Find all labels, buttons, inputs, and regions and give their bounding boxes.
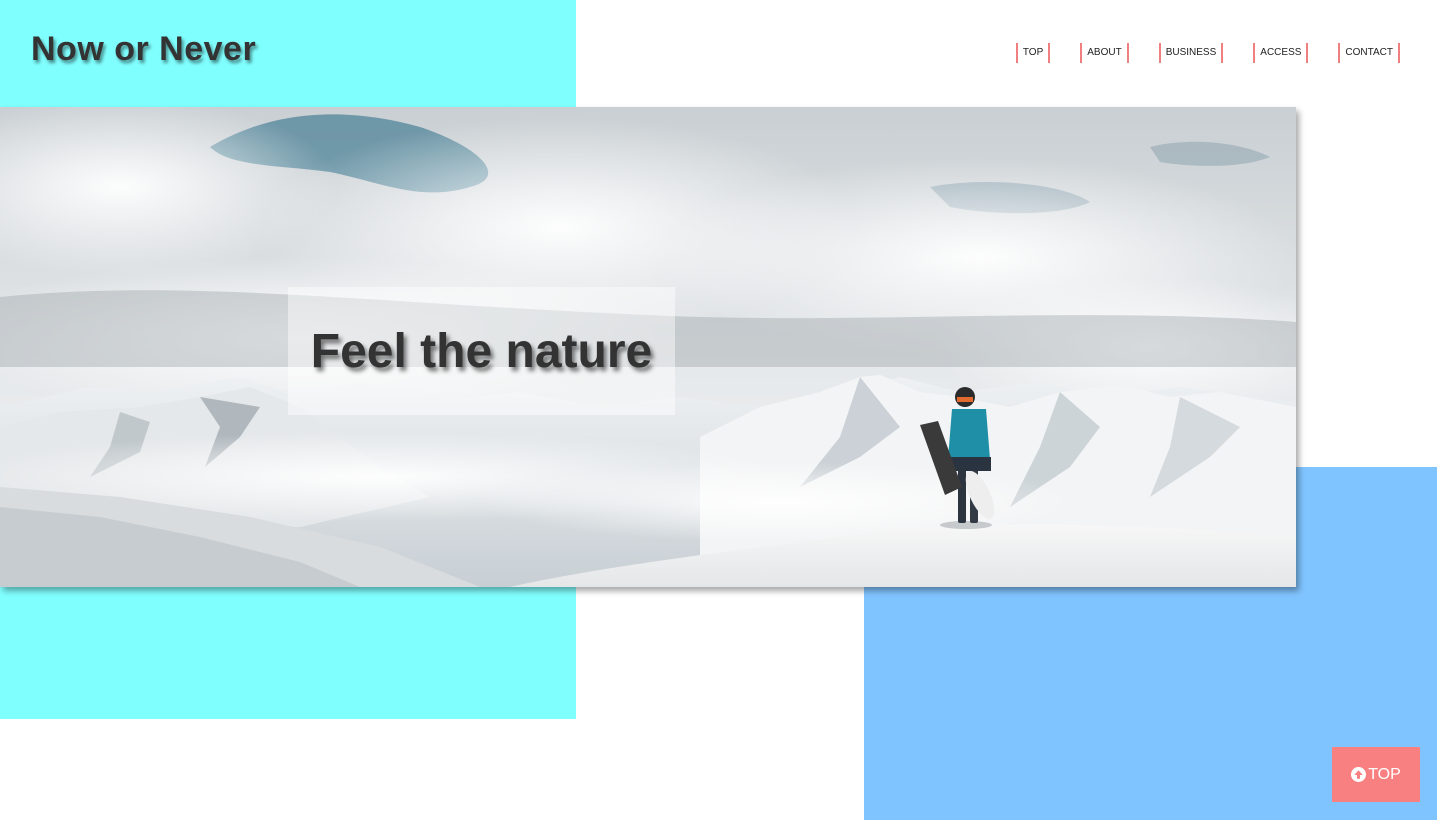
page: Now or Never TOP ABOUT BUSINESS ACCESS C… [0,0,1437,820]
page-top-button[interactable]: TOP [1332,747,1420,802]
arrow-circle-up-icon [1351,767,1367,782]
global-nav: TOP ABOUT BUSINESS ACCESS CONTACT [1015,43,1400,63]
nav-item-business[interactable]: BUSINESS [1158,43,1224,63]
nav-item-access[interactable]: ACCESS [1253,43,1309,63]
page-top-label: TOP [1368,765,1401,783]
catch-copy: Feel the nature [310,324,653,378]
catch-copy-box: Feel the nature [288,287,675,415]
nav-item-contact[interactable]: CONTACT [1338,43,1400,63]
nav-item-top[interactable]: TOP [1015,43,1051,63]
hero-section: Feel the nature [0,107,1296,587]
site-title[interactable]: Now or Never [31,30,256,69]
nav-item-about[interactable]: ABOUT [1080,43,1129,63]
